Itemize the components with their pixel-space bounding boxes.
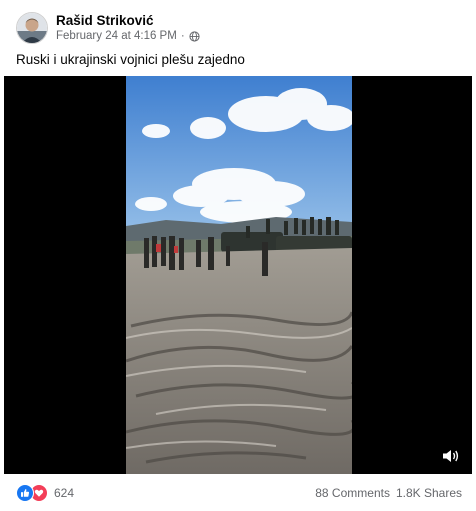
engagement-stats: 88 Comments 1.8K Shares [315, 486, 462, 500]
globe-icon[interactable] [189, 31, 200, 42]
shares-count[interactable]: 1.8K Shares [396, 486, 462, 500]
volume-icon[interactable] [442, 448, 460, 464]
video-frame [126, 76, 352, 474]
post-timestamp[interactable]: February 24 at 4:16 PM [56, 29, 177, 44]
post-meta: Rašid Striković February 24 at 4:16 PM · [56, 12, 200, 44]
video-player[interactable] [4, 76, 472, 474]
avatar-image [17, 13, 47, 43]
author-name[interactable]: Rašid Striković [56, 12, 200, 29]
comments-count[interactable]: 88 Comments [315, 486, 390, 500]
like-icon [16, 484, 34, 502]
avatar[interactable] [16, 12, 48, 44]
post-subline: February 24 at 4:16 PM · [56, 29, 200, 44]
reactions-summary[interactable]: 624 [16, 484, 74, 502]
separator-dot: · [180, 30, 185, 42]
post-footer: 624 88 Comments 1.8K Shares [16, 482, 462, 504]
post-header: Rašid Striković February 24 at 4:16 PM · [16, 11, 200, 45]
post-caption: Ruski i ukrajinski vojnici plešu zajedno [16, 52, 245, 67]
facebook-post: Rašid Striković February 24 at 4:16 PM ·… [0, 0, 476, 511]
reaction-count: 624 [54, 486, 75, 500]
